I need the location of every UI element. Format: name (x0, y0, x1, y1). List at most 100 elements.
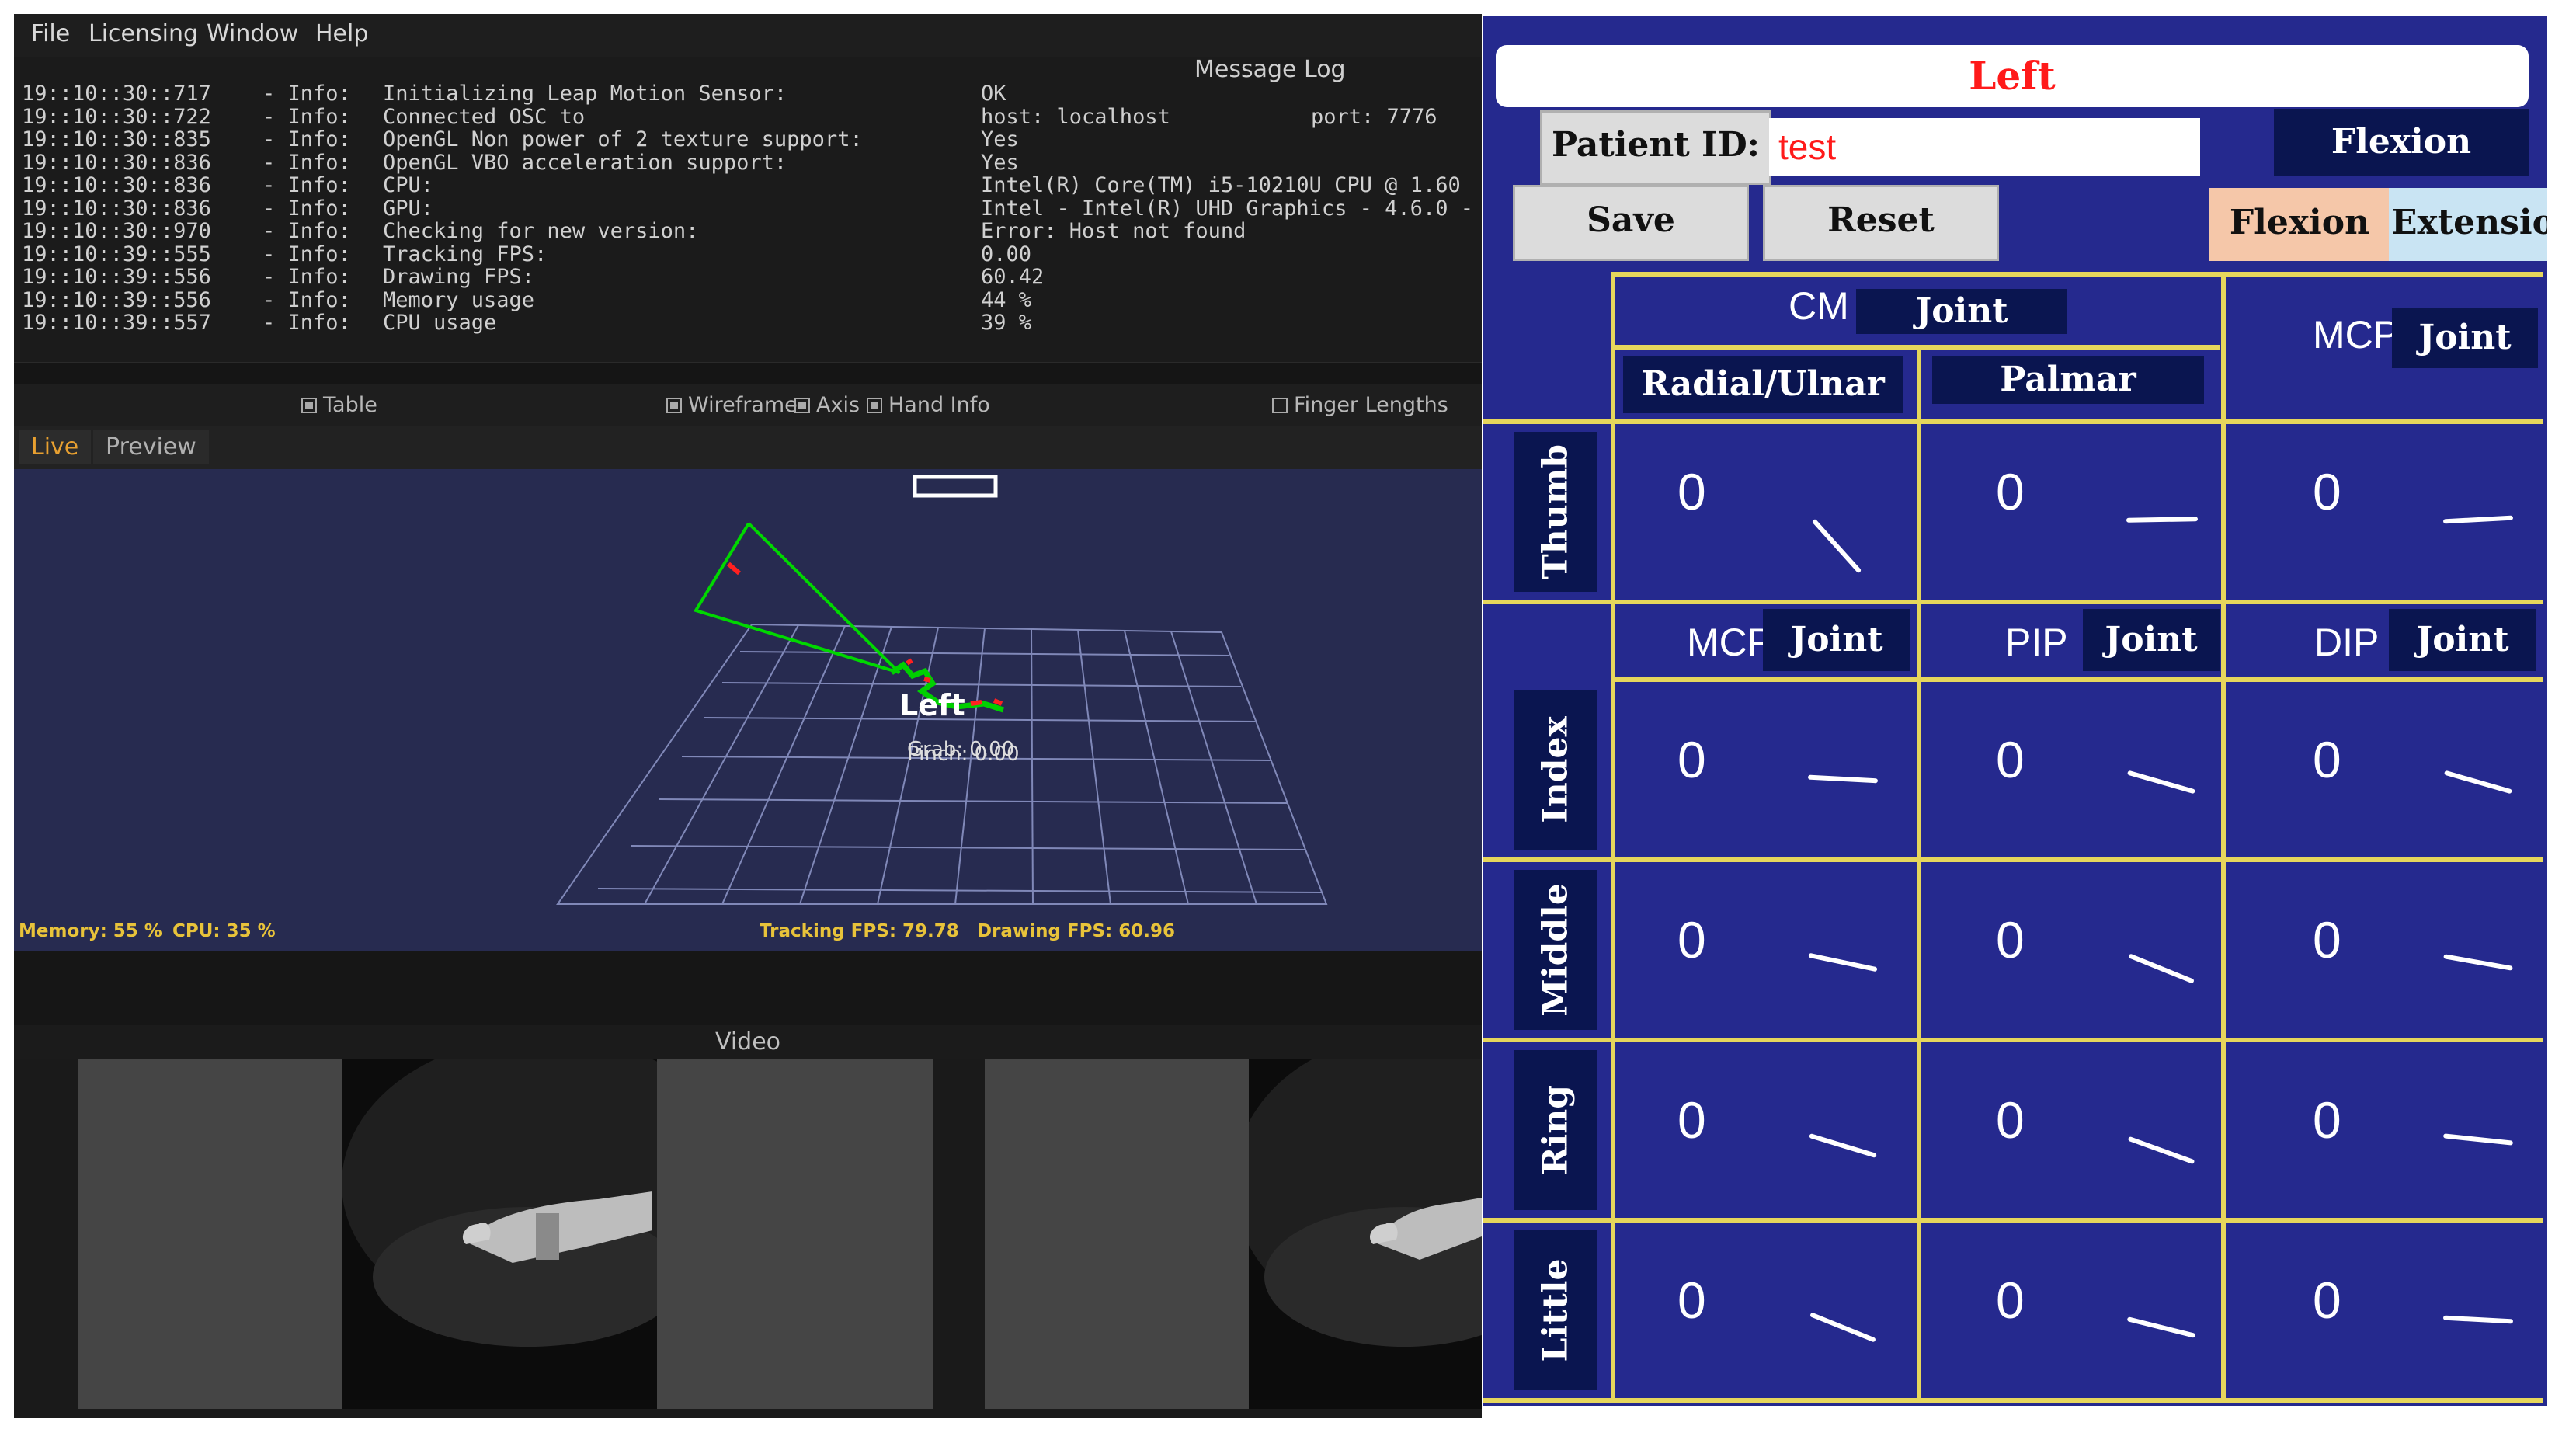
grid-line (1611, 677, 2543, 682)
angle-indicator-icon (2442, 1133, 2514, 1146)
row-label-thumb: Thumb (1514, 432, 1597, 592)
angle-indicator-icon (2443, 954, 2513, 971)
flexion-button[interactable]: Flexion (2209, 188, 2390, 261)
splitter[interactable] (14, 362, 1482, 384)
little-dip-value: 0 (2313, 1271, 2341, 1329)
save-button[interactable]: Save (1513, 185, 1749, 261)
angle-indicator-icon (1808, 952, 1878, 972)
log-row: 19::10::39::556 - Info: Memory usage 44 % (22, 287, 1478, 312)
angle-indicator-icon (2126, 517, 2199, 523)
ring-mcp-value: 0 (1677, 1091, 1706, 1149)
option-finger-lengths[interactable]: Finger Lengths (1272, 393, 1448, 417)
log-value: 44 % (981, 287, 1032, 312)
splitter[interactable] (14, 951, 1482, 1025)
message-log[interactable]: 19::10::30::717- Info: Initializing Leap … (22, 82, 1478, 354)
thumb-cm-radial-value: 0 (1677, 463, 1706, 520)
grid-line (1483, 600, 2543, 604)
option-label: Axis (816, 393, 860, 417)
menu-bar: File Licensing Window Help Message Log (14, 14, 1482, 83)
option-label: Wireframe (688, 393, 798, 417)
patient-id-label: Patient ID: (1540, 110, 1771, 185)
option-table[interactable]: Table (301, 393, 377, 417)
log-value: Yes (981, 150, 1019, 175)
checkbox-icon[interactable] (666, 398, 682, 413)
log-level: - Info: (262, 150, 351, 175)
drawing-fps-readout: Drawing FPS: 60.96 (977, 921, 1176, 941)
log-time: 19::10::39::557 (22, 311, 211, 335)
leap-visualizer-window: File Licensing Window Help Message Log 1… (14, 14, 1482, 1418)
thumb-mcp-value: 0 (2313, 463, 2341, 520)
log-level: - Info: (262, 196, 351, 221)
angle-indicator-icon (2126, 1316, 2196, 1338)
extension-button[interactable]: Extension (2389, 188, 2547, 261)
option-hand-info[interactable]: Hand Info (867, 393, 990, 417)
angle-indicator-icon (1809, 1312, 1876, 1343)
checkbox-icon[interactable] (301, 398, 317, 413)
menu-licensing[interactable]: Licensing (89, 20, 198, 47)
checkbox-icon[interactable] (794, 398, 810, 413)
row-label-text: Little (1535, 1258, 1576, 1362)
option-axis[interactable]: Axis (794, 393, 860, 417)
log-value: Intel - Intel(R) UHD Graphics - 4.6.0 - (981, 196, 1473, 221)
index-mcp-value: 0 (1677, 731, 1706, 788)
row-label-index: Index (1514, 690, 1597, 850)
little-mcp-value: 0 (1677, 1271, 1706, 1329)
angle-indicator-icon (1809, 1132, 1877, 1159)
grid-line (1483, 1218, 2543, 1223)
viewport-status: Memory: 55 % CPU: 35 % Tracking FPS: 79.… (14, 904, 1482, 951)
message-log-title: Message Log (1194, 56, 1346, 83)
grid-line (1611, 345, 2220, 350)
log-row: 19::10::39::555 - Info: Tracking FPS: 0.00 (22, 242, 1478, 266)
tab-live[interactable]: Live (19, 430, 92, 464)
log-value: 39 % (981, 311, 1032, 335)
row-label-little: Little (1514, 1230, 1597, 1390)
option-label: Finger Lengths (1294, 393, 1448, 417)
log-msg: Initializing Leap Motion Sensor: (383, 82, 787, 106)
log-level: - Info: (262, 104, 351, 129)
log-time: 19::10::39::555 (22, 242, 211, 266)
log-value: Intel(R) Core(TM) i5-10210U CPU @ 1.60 (981, 173, 1461, 197)
menu-help[interactable]: Help (315, 20, 368, 47)
hand-tracking-viewport[interactable]: Left Grab: 0.00 Pinch: 0.00 (14, 469, 1482, 951)
option-label: Hand Info (888, 393, 990, 417)
tracking-fps-readout: Tracking FPS: 79.78 (760, 921, 959, 941)
log-time: 19::10::30::835 (22, 127, 211, 151)
grid-line (1483, 419, 2543, 424)
hand-label: Left (899, 688, 965, 722)
option-wireframe[interactable]: Wireframe (666, 393, 798, 417)
log-extra: port: 7776 (1311, 104, 1437, 129)
angle-indicator-icon (1807, 774, 1879, 784)
log-level: - Info: (262, 311, 351, 335)
log-time: 19::10::30::722 (22, 104, 211, 129)
log-row: 19::10::30::835 - Info: OpenGL Non power o… (22, 128, 1478, 151)
log-row: 19::10::30::836 - Info: CPU: Intel(R) Core(… (22, 174, 1478, 197)
log-row: 19::10::39::557 - Info: CPU usage 39 % (22, 311, 1478, 335)
grid-line (1483, 857, 2543, 862)
menu-window[interactable]: Window (207, 20, 298, 47)
log-msg: CPU: (383, 173, 434, 197)
menu-file[interactable]: File (31, 20, 70, 47)
checkbox-icon[interactable] (1272, 398, 1288, 413)
mcp-joint-label: Joint (1763, 609, 1910, 671)
cm-joint-label: Joint (1856, 289, 2067, 334)
log-time: 19::10::30::836 (22, 173, 211, 197)
option-label: Table (323, 393, 377, 417)
grid-line (1611, 272, 1615, 1403)
thumb-mcp-joint-label: Joint (2392, 308, 2538, 368)
thumb-cm-palmar-value: 0 (1996, 463, 2025, 520)
index-dip-value: 0 (2313, 731, 2341, 788)
tab-preview[interactable]: Preview (93, 430, 209, 464)
middle-dip-value: 0 (2313, 911, 2341, 969)
log-msg: GPU: (383, 196, 434, 221)
grid-line (1917, 345, 1921, 1403)
thumb-mcp-header: MCP (2313, 313, 2400, 357)
row-label-middle: Middle (1514, 870, 1597, 1030)
little-pip-value: 0 (1996, 1271, 2025, 1329)
checkbox-icon[interactable] (867, 398, 882, 413)
log-value: Error: Host not found (981, 219, 1246, 243)
log-level: - Info: (262, 173, 351, 197)
angle-indicator-icon (2442, 1315, 2514, 1324)
patient-id-input[interactable]: test (1769, 118, 2200, 176)
grid-line (1611, 272, 2543, 277)
reset-button[interactable]: Reset (1763, 185, 1999, 261)
